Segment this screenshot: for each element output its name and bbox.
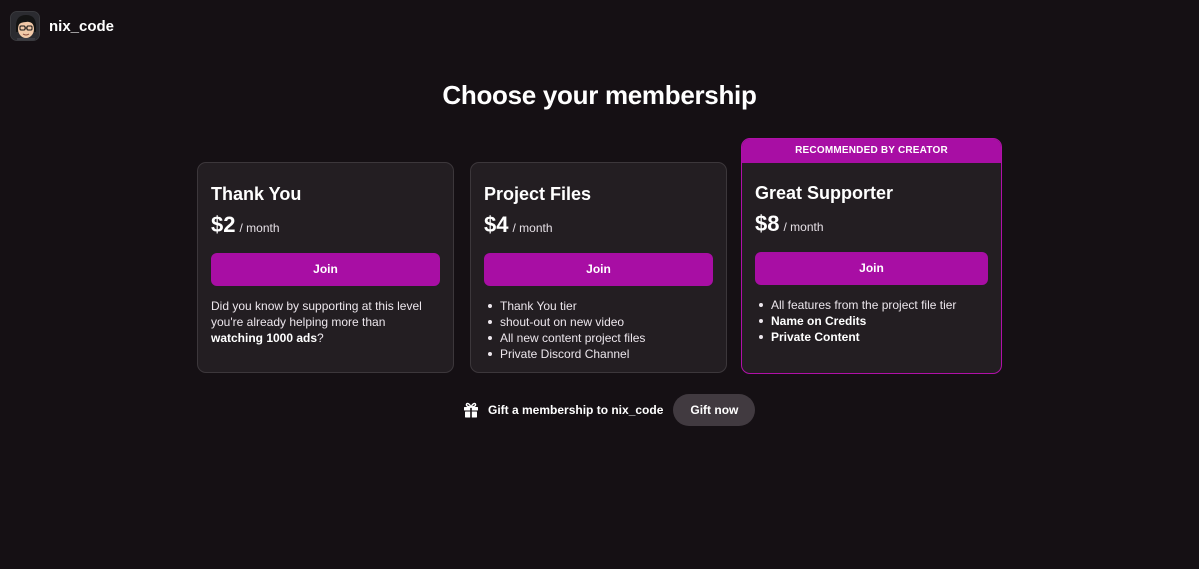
join-button[interactable]: Join [484,253,713,286]
price-row: $8 / month [755,211,988,237]
price-row: $4 / month [484,212,713,238]
tier-name: Thank You [211,184,302,204]
tier-card-thank-you: Thank You $2 / month Join Did you know b… [197,162,454,373]
tier-card-project-files: Project Files $4 / month Join Thank You … [470,162,727,373]
tier-name: Project Files [484,184,592,204]
gift-membership-row: Gift a membership to nix_code Gift now [462,394,756,426]
join-button[interactable]: Join [755,252,988,285]
tier-period: / month [512,221,553,235]
gift-text: Gift a membership to nix_code [488,403,664,417]
benefits-list: All features from the project file tier … [755,297,988,345]
channel-header: nix_code [10,11,114,41]
description-suffix: ? [317,331,324,345]
benefit-item: All features from the project file tier [755,297,988,313]
benefit-item: Name on Credits [755,313,988,329]
tier-price: $4 [484,212,509,237]
tier-description: Did you know by supporting at this level… [211,298,440,346]
benefit-item: All new content project files [484,330,713,346]
page-title: Choose your membership [442,80,757,110]
tier-period: / month [783,220,824,234]
benefit-item: Private Discord Channel [484,346,713,362]
description-bold-text: watching 1000 ads [211,331,318,345]
gift-icon [464,402,478,418]
tier-card-great-supporter: RECOMMENDED BY CREATOR Great Supporter $… [741,138,1002,374]
gift-now-button[interactable]: Gift now [673,394,756,426]
benefit-item: Private Content [755,329,988,345]
join-button[interactable]: Join [211,253,440,286]
tier-period: / month [239,221,280,235]
creator-avatar[interactable] [10,11,40,41]
description-text: Did you know by supporting at this level… [211,299,422,329]
tier-price: $2 [211,212,236,237]
benefits-list: Thank You tier shout-out on new video Al… [484,298,713,362]
recommended-badge: RECOMMENDED BY CREATOR [742,139,1001,163]
tier-price: $8 [755,211,780,236]
benefit-item: shout-out on new video [484,314,713,330]
tier-name: Great Supporter [755,183,894,203]
creator-name[interactable]: nix_code [49,18,114,35]
benefit-item: Thank You tier [484,298,713,314]
price-row: $2 / month [211,212,440,238]
avatar-icon [11,12,39,40]
